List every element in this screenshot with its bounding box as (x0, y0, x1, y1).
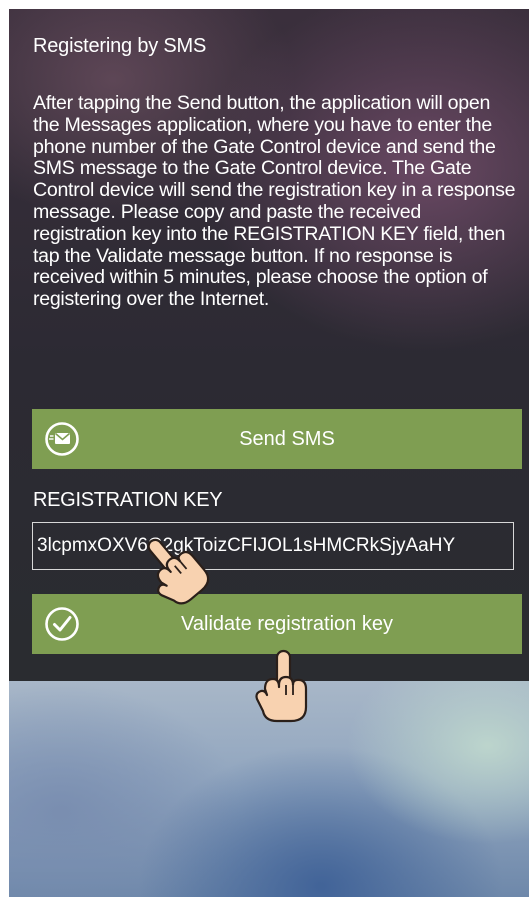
validate-registration-key-button[interactable]: Validate registration key (32, 594, 522, 654)
pointing-hand-icon (147, 538, 210, 605)
registration-key-label: REGISTRATION KEY (33, 489, 223, 511)
app-screen: Registering by SMS After tapping the Sen… (9, 9, 529, 897)
pointing-hand-icon (255, 649, 308, 723)
send-sms-button[interactable]: Send SMS (32, 409, 522, 469)
page-title: Registering by SMS (33, 35, 207, 57)
instructions-text: After tapping the Send button, the appli… (33, 92, 516, 311)
send-sms-label: Send SMS (239, 428, 335, 450)
validate-registration-key-label: Validate registration key (181, 613, 393, 635)
registration-key-input[interactable] (32, 522, 514, 570)
